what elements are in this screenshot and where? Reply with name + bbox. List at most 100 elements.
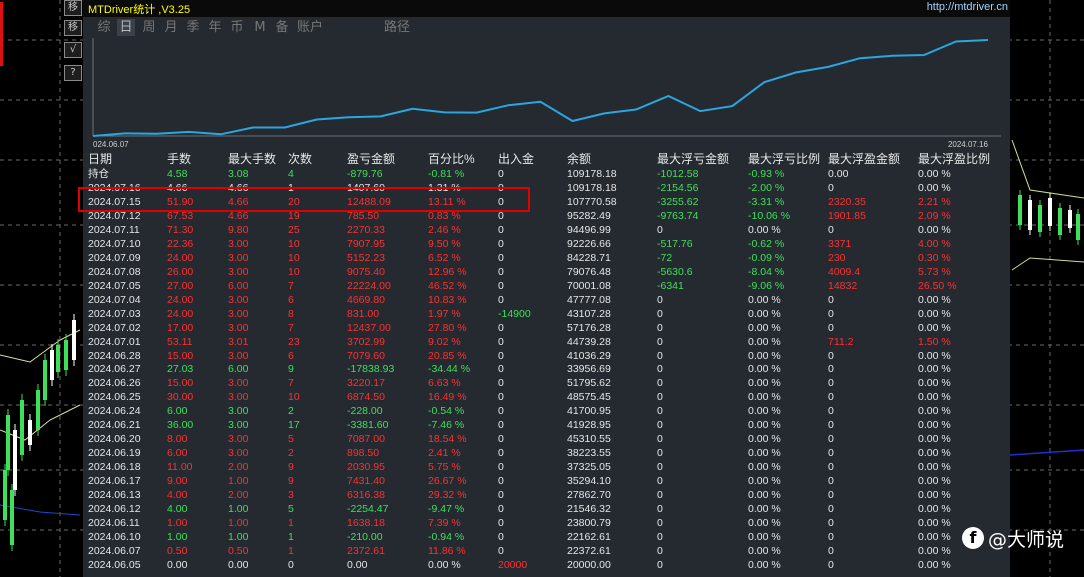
table-row[interactable]: 2024.07.04 24.00 3.00 6 4669.80 10.83 % 0 47777… (83, 293, 1010, 307)
table-row[interactable]: 2024.07.10 22.36 3.00 10 7907.95 9.50 % 0 92226… (83, 237, 1010, 251)
table-row[interactable]: 2024.06.19 6.00 3.00 2 898.50 2.41 % 0 38223.55… (83, 446, 1010, 460)
watermark: f @大师说 (962, 524, 1080, 554)
tab-1[interactable]: 日 (117, 19, 135, 36)
table-row[interactable]: 2024.06.18 11.00 2.00 9 2030.95 5.75 % 0 37325.… (83, 460, 1010, 474)
table-cell: 8.00 (167, 433, 188, 446)
table-cell: 2024.07.11 (88, 223, 140, 236)
table-header: 日期 手数 最大手数 次数 盈亏金额 百分比% 出入金 余额 最大浮亏金额 最大浮亏比例 最大浮盈金… (83, 151, 1010, 167)
side-button-check[interactable]: √ (64, 42, 82, 58)
table-row[interactable]: 2024.07.09 24.00 3.00 10 5152.23 6.52 % 0 84228… (83, 251, 1010, 265)
table-cell: 3.00 (228, 349, 249, 362)
tab-8[interactable]: 备 (273, 19, 291, 36)
table-cell: 23 (288, 335, 300, 348)
column-header[interactable]: 手数 (167, 151, 191, 167)
table-cell: 0 (657, 461, 663, 474)
table-row[interactable]: 2024.06.26 15.00 3.00 7 3220.17 6.63 % 0 51795.… (83, 376, 1010, 390)
table-row[interactable]: 2024.07.01 53.11 3.01 23 3702.99 9.02 % 0 44739… (83, 335, 1010, 349)
side-button-2[interactable]: 移 (64, 20, 82, 36)
column-header[interactable]: 日期 (88, 151, 112, 167)
table-cell: 2320.35 (828, 195, 866, 208)
table-cell: 9.50 % (428, 237, 461, 250)
table-row[interactable]: 2024.06.07 0.50 0.50 1 2372.61 11.86 % 0 22372.… (83, 544, 1010, 558)
side-button-help[interactable]: ? (64, 65, 82, 81)
table-cell: 2024.06.27 (88, 363, 141, 376)
side-button-1[interactable]: 移 (64, 0, 82, 16)
tab-3[interactable]: 月 (162, 19, 180, 36)
table-row[interactable]: 2024.07.05 27.00 6.00 7 22224.00 46.52 % 0 7000… (83, 279, 1010, 293)
table-cell: 5 (288, 503, 294, 515)
table-cell: 0 (498, 517, 504, 529)
table-cell: 0.00 % (918, 321, 951, 334)
table-cell: 3.00 (228, 251, 249, 264)
table-row[interactable]: 2024.06.25 30.00 3.00 10 6874.50 16.49 % 0 4857… (83, 390, 1010, 404)
tab-4[interactable]: 季 (184, 19, 202, 36)
table-cell: 0.00 % (918, 544, 951, 557)
table-cell: -8.04 % (748, 265, 785, 278)
table-cell: 1638.18 (347, 517, 385, 529)
column-header[interactable]: 最大浮盈金额 (828, 151, 900, 167)
table-row[interactable]: 2024.06.11 1.00 1.00 1 1638.18 7.39 % 0 23800.7… (83, 516, 1010, 530)
table-row[interactable]: 2024.06.13 4.00 2.00 3 6316.38 29.32 % 0 27862.… (83, 488, 1010, 502)
table-cell: 0.00 % (748, 363, 781, 376)
table-row[interactable]: 2024.06.27 27.03 6.00 9 -17838.93 -34.44 % 0 33… (83, 362, 1010, 376)
tab-6[interactable]: 币 (228, 19, 246, 36)
column-header[interactable]: 最大手数 (228, 151, 276, 167)
table-cell: 6316.38 (347, 489, 385, 502)
column-header[interactable]: 百分比% (428, 151, 475, 167)
table-cell: 0 (657, 223, 663, 236)
table-row[interactable]: 2024.06.17 9.00 1.00 9 7431.40 26.67 % 0 35294.… (83, 474, 1010, 488)
table-cell: -210.00 (347, 531, 383, 543)
tab-5[interactable]: 年 (206, 19, 224, 36)
table-cell: 2024.07.09 (88, 251, 141, 264)
tab-7[interactable]: M (253, 19, 267, 36)
tab-9[interactable]: 账户 (295, 19, 325, 36)
table-cell: 0.00 % (748, 419, 781, 432)
column-header[interactable]: 盈亏金额 (347, 151, 395, 167)
table-cell: 2024.06.26 (88, 377, 141, 390)
column-header[interactable]: 最大浮亏比例 (748, 151, 820, 167)
table-cell: 9 (288, 461, 294, 474)
table-cell: 0 (828, 182, 834, 194)
tab-2[interactable]: 周 (140, 19, 158, 36)
table-cell: 10.83 % (428, 293, 467, 306)
table-row[interactable]: 2024.07.11 71.30 9.80 25 2270.33 2.46 % 0 94496… (83, 223, 1010, 237)
table-cell: 2024.06.24 (88, 405, 141, 418)
tab-0[interactable]: 综 (95, 19, 113, 36)
table-cell: 0.00 % (748, 517, 781, 529)
table-cell: 0 (498, 321, 504, 334)
table-cell: 10 (288, 237, 300, 250)
table-row[interactable]: 2024.06.05 0.00 0.00 0 0.00 0.00 % 20000 20000.… (83, 558, 1010, 572)
table-cell: 11.00 (167, 461, 193, 474)
table-row[interactable]: 2024.06.12 4.00 1.00 5 -2254.47 -9.47 % 0 21546… (83, 502, 1010, 516)
table-row[interactable]: 2024.06.10 1.00 1.00 1 -210.00 -0.94 % 0 22162.… (83, 530, 1010, 544)
table-cell: 0 (657, 363, 663, 376)
column-header[interactable]: 出入金 (498, 151, 534, 167)
table-row[interactable]: 2024.07.08 26.00 3.00 10 9075.40 12.96 % 0 7907… (83, 265, 1010, 279)
table-row[interactable]: 2024.07.02 17.00 3.00 7 12437.00 27.80 % 0 5717… (83, 321, 1010, 335)
table-cell: 2024.06.07 (88, 544, 141, 557)
table-cell: 0 (657, 349, 663, 362)
column-header[interactable]: 次数 (288, 151, 312, 167)
table-cell: -2154.56 (657, 182, 699, 194)
table-cell: 27.80 % (428, 321, 467, 334)
table-row[interactable]: 2024.06.21 36.00 3.00 17 -3381.60 -7.46 % 0 419… (83, 418, 1010, 432)
column-header[interactable]: 最大浮盈比例 (918, 151, 990, 167)
table-cell: -0.81 % (428, 168, 465, 180)
table-cell: 0.00 % (748, 391, 781, 404)
table-row[interactable]: 持仓 4.58 3.08 4 -879.76 -0.81 % 0 109178.18 -1012… (83, 167, 1010, 181)
table-cell: 3.01 (228, 335, 249, 348)
table-row[interactable]: 2024.07.03 24.00 3.00 8 831.00 1.97 % -14900 43… (83, 307, 1010, 321)
app-url-link[interactable]: http://mtdriver.cn (927, 1, 1008, 13)
table-cell: 0 (498, 349, 504, 362)
table-row[interactable]: 2024.06.20 8.00 3.00 5 7087.00 18.54 % 0 45310.… (83, 432, 1010, 446)
column-header[interactable]: 余额 (567, 151, 591, 167)
table-cell: 4.00 (167, 489, 188, 502)
table-cell: 9.00 (167, 475, 188, 488)
table-row[interactable]: 2024.06.28 15.00 3.00 6 7079.60 20.85 % 0 41036… (83, 349, 1010, 363)
table-cell: 831.00 (347, 307, 380, 320)
table-row[interactable]: 2024.06.24 6.00 3.00 2 -228.00 -0.54 % 0 41700.… (83, 404, 1010, 418)
table-cell: 3371 (828, 237, 852, 250)
tab-10[interactable]: 路径 (382, 19, 412, 36)
table-cell: 5 (288, 433, 294, 446)
column-header[interactable]: 最大浮亏金额 (657, 151, 729, 167)
